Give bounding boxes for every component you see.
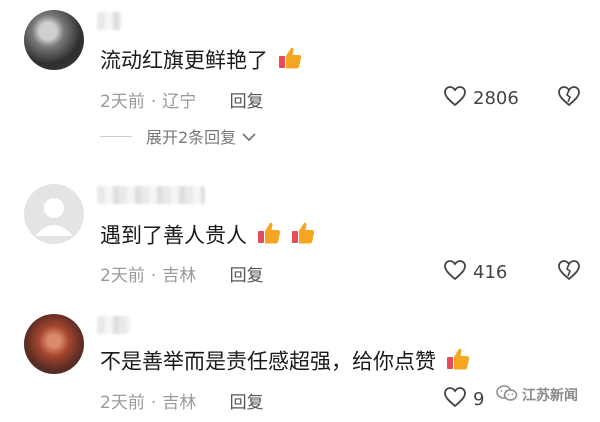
comment-time: 2天前 [100, 393, 145, 413]
broken-heart-icon [557, 260, 581, 285]
thumbs-up-icon [445, 346, 471, 379]
avatar[interactable] [24, 10, 84, 70]
expand-replies-button[interactable]: 展开2条回复 [100, 124, 256, 148]
thumbs-up-icon [290, 220, 316, 253]
like-button[interactable]: 2806 [443, 85, 519, 112]
comment-location: 辽宁 [162, 92, 197, 112]
watermark: 江苏新闻 [496, 384, 578, 406]
comment-time: 2天前 [100, 266, 145, 286]
username-blurred[interactable] [97, 186, 205, 204]
avatar[interactable] [24, 314, 84, 374]
reply-button[interactable]: 回复 [230, 92, 264, 112]
comment-meta: 2天前 · 吉林 回复 [100, 261, 264, 286]
reply-button[interactable]: 回复 [230, 266, 264, 286]
comment-text: 不是善举而是责任感超强，给你点赞 [100, 349, 436, 374]
expand-replies-label: 展开2条回复 [146, 128, 237, 147]
broken-heart-icon [557, 86, 581, 111]
thumbs-up-icon [256, 220, 282, 253]
heart-outline-icon [443, 259, 473, 286]
comment-text-row: 流动红旗更鲜艳了 [100, 45, 303, 78]
chevron-down-icon [242, 127, 256, 146]
username-blurred[interactable] [97, 316, 131, 334]
thumbs-up-icon [277, 45, 303, 78]
meta-separator: · [150, 393, 157, 413]
dislike-button[interactable] [557, 259, 581, 285]
divider-line [100, 135, 132, 137]
heart-outline-icon [443, 386, 473, 413]
like-button[interactable]: 416 [443, 259, 507, 286]
watermark-text: 江苏新闻 [522, 388, 578, 404]
comment-text-row: 遇到了善人贵人 [100, 220, 316, 253]
comment-text: 流动红旗更鲜艳了 [100, 48, 268, 73]
like-count: 416 [473, 262, 508, 283]
comment-location: 吉林 [162, 393, 197, 413]
comment-text: 遇到了善人贵人 [100, 223, 247, 248]
reply-button[interactable]: 回复 [230, 393, 264, 413]
dislike-button[interactable] [557, 85, 581, 111]
comment-location: 吉林 [162, 266, 197, 286]
comment-time: 2天前 [100, 92, 145, 112]
comment-text-row: 不是善举而是责任感超强，给你点赞 [100, 346, 471, 379]
meta-separator: · [150, 92, 157, 112]
like-count: 2806 [473, 88, 519, 109]
like-button[interactable]: 9 [443, 386, 484, 413]
default-avatar-icon [35, 198, 73, 236]
meta-separator: · [150, 266, 157, 286]
heart-outline-icon [443, 85, 473, 112]
like-count: 9 [473, 389, 485, 410]
wechat-icon [496, 384, 518, 406]
username-blurred[interactable] [97, 12, 121, 30]
comment-meta: 2天前 · 辽宁 回复 [100, 87, 264, 112]
comment-meta: 2天前 · 吉林 回复 [100, 388, 264, 413]
avatar[interactable] [24, 184, 84, 244]
